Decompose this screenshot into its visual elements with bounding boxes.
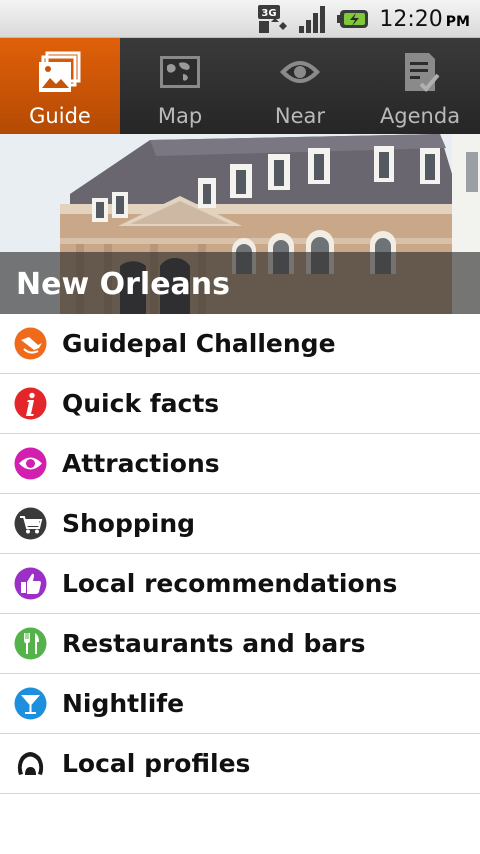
list-item-quick-facts[interactable]: Quick facts [0,374,480,434]
list-item-label: Guidepal Challenge [62,329,336,358]
agenda-icon [405,53,440,92]
map-icon [160,56,200,88]
cocktail-icon [14,687,47,720]
list-item-label: Restaurants and bars [62,629,366,658]
cart-icon [14,507,47,540]
guide-icon [39,51,81,92]
list-item-label: Local recommendations [62,569,398,598]
eye-icon [14,447,47,480]
list-item-label: Quick facts [62,389,220,418]
info-icon [14,387,47,420]
tab-label: Guide [29,104,91,128]
list-item-local-profiles[interactable]: Local profiles [0,734,480,794]
tab-guide[interactable]: Guide [0,38,120,134]
tab-agenda[interactable]: Agenda [360,38,480,134]
city-banner[interactable]: New Orleans [0,134,480,314]
fork-knife-icon [14,627,47,660]
list-item-attractions[interactable]: Attractions [0,434,480,494]
tab-label: Agenda [379,104,461,128]
network-3g-icon: 3G [258,5,288,33]
list-item-nightlife[interactable]: Nightlife [0,674,480,734]
list-item-label: Nightlife [62,689,185,718]
list-item-guidepal-challenge[interactable]: Guidepal Challenge [0,314,480,374]
thumbs-up-icon [14,567,47,600]
list-item-local-recommendations[interactable]: Local recommendations [0,554,480,614]
list-item-shopping[interactable]: Shopping [0,494,480,554]
tab-label: Near [274,104,326,128]
list-item-restaurants-and-bars[interactable]: Restaurants and bars [0,614,480,674]
tab-bar: Guide Map Near Agenda [0,38,480,134]
svg-text:3G: 3G [262,8,277,19]
tab-near[interactable]: Near [240,38,360,134]
signal-icon [299,6,326,33]
ampm-text: PM [445,13,470,30]
list-item-label: Shopping [62,509,196,538]
battery-charging-icon [337,10,369,28]
time-text: 12:20 [379,6,443,32]
clock: 12:20 PM [379,7,470,32]
profile-icon [14,747,47,780]
near-eye-icon [280,61,320,83]
tab-map[interactable]: Map [120,38,240,134]
challenge-icon [14,327,47,360]
guide-menu: Guidepal Challenge Quick facts Attractio… [0,314,480,794]
list-item-label: Local profiles [62,749,251,778]
city-title: New Orleans [16,267,230,302]
status-bar: 3G 12:20 PM [0,0,480,38]
list-item-label: Attractions [62,449,220,478]
tab-label: Map [157,104,203,128]
